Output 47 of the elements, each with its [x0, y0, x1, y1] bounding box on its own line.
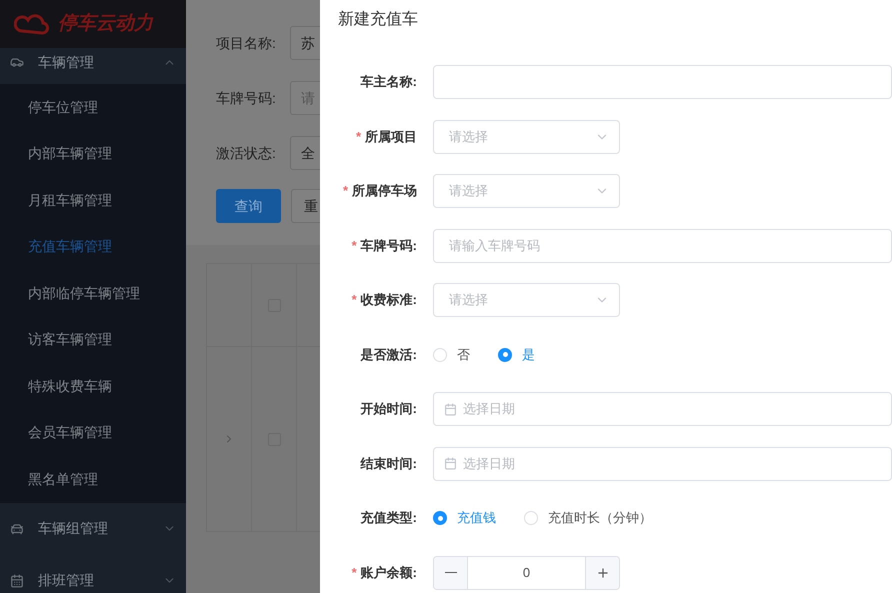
- field-label: 账户余额:: [360, 564, 417, 582]
- menu-item[interactable]: 内部临停车辆管理: [0, 270, 186, 316]
- menu-item[interactable]: 访客车辆管理: [0, 316, 186, 363]
- required-mark: *: [342, 182, 348, 200]
- radio-option[interactable]: 否: [433, 344, 470, 364]
- query-button[interactable]: 查询: [216, 189, 281, 223]
- field-label: 车牌号码:: [360, 236, 417, 255]
- field-label: 是否激活:: [360, 346, 417, 364]
- field-label: 所属项目: [365, 128, 417, 146]
- field-label: 收费标准:: [360, 291, 417, 310]
- menu-item[interactable]: 内部车辆管理: [0, 130, 186, 177]
- radio-option[interactable]: 充值时长（分钟）: [524, 508, 652, 528]
- radio-option[interactable]: 是: [498, 344, 535, 364]
- filter-label: 车牌号码:: [216, 88, 276, 108]
- drawer-title: 新建充值车: [337, 10, 419, 30]
- required-mark: *: [352, 291, 357, 310]
- logo-text: 停车云动力: [58, 12, 153, 36]
- menu-item[interactable]: 特殊收费车辆: [0, 363, 186, 410]
- group-label: 排班管理: [38, 571, 95, 590]
- field-label: 充值类型:: [360, 509, 417, 528]
- calendar-icon: [444, 457, 457, 470]
- field-label: 车主名称:: [360, 73, 417, 92]
- radio-option[interactable]: 充值钱: [433, 508, 496, 528]
- menu-group[interactable]: 车辆管理: [0, 48, 186, 84]
- field-label: 所属停车场: [352, 182, 417, 200]
- menu-item[interactable]: 黑名单管理: [0, 456, 186, 502]
- menu-item[interactable]: 月租车辆管理: [0, 177, 186, 224]
- text-input[interactable]: 请输入车牌号码: [433, 228, 892, 262]
- required-mark: *: [352, 564, 357, 582]
- text-input[interactable]: [433, 65, 892, 99]
- reset-button[interactable]: 重: [291, 189, 320, 223]
- calendar-icon: [444, 402, 457, 416]
- required-mark: *: [352, 236, 357, 255]
- filter-field[interactable]: 全: [290, 136, 320, 170]
- menu-item[interactable]: 会员车辆管理: [0, 410, 186, 456]
- group-label: 车辆管理: [38, 52, 95, 72]
- required-mark: *: [356, 128, 361, 146]
- filter-field[interactable]: 苏: [290, 26, 320, 60]
- cloud-logo-icon: [14, 13, 50, 35]
- field-label: 结束时间:: [360, 454, 417, 473]
- menu-group[interactable]: 排班管理: [0, 554, 186, 593]
- field-label: 开始时间:: [360, 400, 417, 418]
- filter-label: 激活状态:: [216, 144, 276, 162]
- menu-group[interactable]: 车辆组管理: [0, 502, 186, 554]
- group-label: 车辆组管理: [38, 519, 109, 538]
- menu-item[interactable]: 停车位管理: [0, 84, 186, 130]
- filter-label: 项目名称:: [216, 34, 276, 52]
